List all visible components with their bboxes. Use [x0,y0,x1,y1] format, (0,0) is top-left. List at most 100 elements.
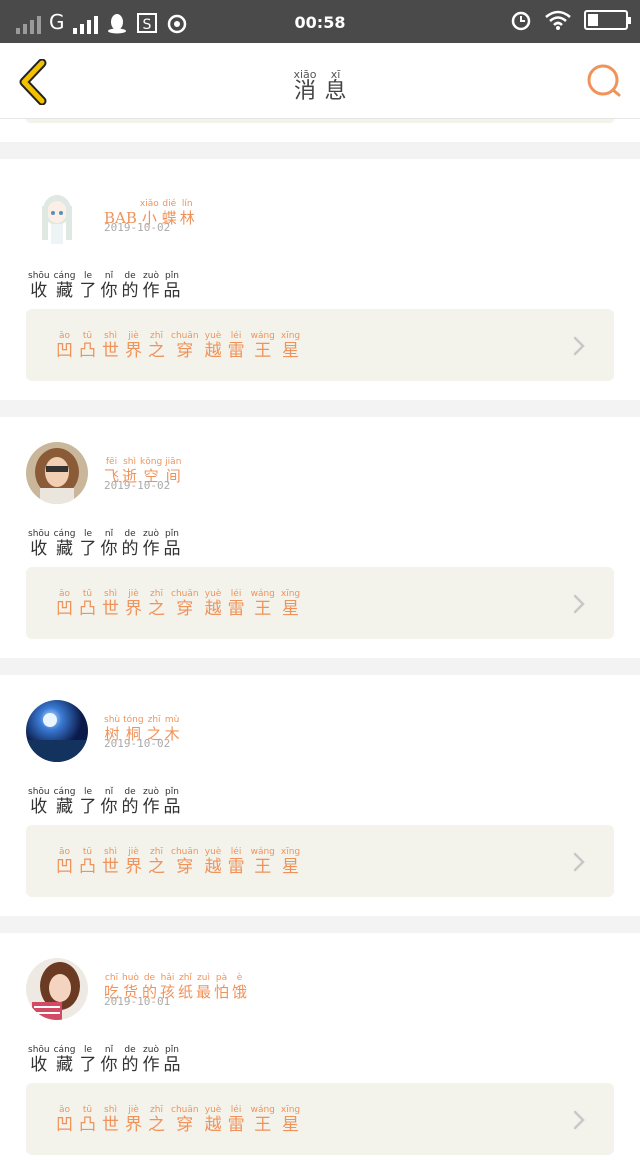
status-bar: G S 00:58 [0,0,640,43]
ruby-char: de 的 [121,787,139,817]
app-header: xiāo 消 xī 息 [0,43,640,119]
avatar[interactable] [26,442,88,504]
wifi-icon [545,10,571,30]
ruby-char: āo 凹 [56,1105,73,1135]
ruby-char: léi 雷 [227,331,245,361]
action-text: shōu 收 cáng 藏 le 了 nǐ 你 de 的 zuò 作 pǐn 品 [28,779,181,817]
ruby-char: xīng 星 [280,1105,301,1135]
ruby-char: chuān 穿 [171,331,199,361]
ruby-char: shì 世 [102,331,119,361]
ruby-char: de 的 [121,529,139,559]
ruby-char: cáng 藏 [53,1045,76,1075]
ruby-char: pǐn 品 [163,271,181,301]
message-date: 2019-10-02 [104,479,171,492]
chevron-right-icon [573,852,585,872]
ruby-char: chuān 穿 [171,847,199,877]
ruby-char: shì 世 [102,589,119,619]
message-item: BAB xiǎo 小 dié 蝶 lín 林 2019-10-02 shōu 收 cáng 藏 le 了 n… [0,159,640,400]
battery-icon [584,10,631,30]
ruby-char: cáng 藏 [53,787,76,817]
ruby-char: nǐ 你 [100,529,118,559]
ruby-char: shì 世 [102,847,119,877]
ruby-char: zhī 之 [148,331,165,361]
work-card[interactable]: āo 凹 tū 凸 shì 世 jiè 界 zhī 之 chuān 穿 yuè 越 léi 雷 wáng 王 xīn… [26,309,614,381]
ruby-char: tū 凸 [79,847,96,877]
ruby-char: pǐn 品 [163,529,181,559]
ruby-char: zhī 之 [148,1105,165,1135]
chevron-right-icon [573,336,585,356]
ruby-char: nǐ 你 [100,1045,118,1075]
message-date: 2019-10-02 [104,737,171,750]
ruby-char: wáng 王 [250,1105,275,1135]
ruby-char: lín 林 [179,199,195,227]
ruby-char: shōu 收 [28,1045,50,1075]
ruby-char: jiè 界 [125,589,142,619]
avatar[interactable] [26,184,88,246]
ruby-char: āo 凹 [56,331,73,361]
ruby-char: jiè 界 [125,847,142,877]
action-text: shōu 收 cáng 藏 le 了 nǐ 你 de 的 zuò 作 pǐn 品 [28,521,181,559]
action-text: shōu 收 cáng 藏 le 了 nǐ 你 de 的 zuò 作 pǐn 品 [28,1037,181,1075]
ruby-char: le 了 [79,787,97,817]
ruby-char: shōu 收 [28,787,50,817]
ruby-char: wáng 王 [250,331,275,361]
ruby-char: xīng 星 [280,589,301,619]
chevron-right-icon [573,594,585,614]
ruby-char: tū 凸 [79,1105,96,1135]
chevron-right-icon [573,1110,585,1130]
ruby-char: āo 凹 [56,847,73,877]
alarm-icon [511,11,531,31]
status-right [510,9,631,31]
ruby-char: zuò 作 [142,1045,160,1075]
ruby-char: yuè 越 [204,589,222,619]
avatar[interactable] [26,700,88,762]
message-item: shù 树 tóng 桐 zhī 之 mù 木 2019-10-02 shōu 收 cáng 藏 le 了 n… [0,675,640,916]
ruby-char: léi 雷 [227,589,245,619]
avatar[interactable] [26,958,88,1020]
ruby-char: de 的 [121,1045,139,1075]
ruby-char: shōu 收 [28,271,50,301]
ruby-char: zuò 作 [142,529,160,559]
ruby-char: zuò 作 [142,271,160,301]
ruby-char: de 的 [121,271,139,301]
ruby-char: cáng 藏 [53,529,76,559]
ruby-char: shōu 收 [28,529,50,559]
ruby-char: nǐ 你 [100,787,118,817]
action-text: shōu 收 cáng 藏 le 了 nǐ 你 de 的 zuò 作 pǐn 品 [28,263,181,301]
ruby-char: tū 凸 [79,589,96,619]
ruby-char: wáng 王 [250,847,275,877]
ruby-char: wáng 王 [250,589,275,619]
message-item: fēi 飞 shì 逝 kōng 空 jiān 间 2019-10-02 shōu 收 cáng 藏 le… [0,417,640,658]
ruby-char: jiè 界 [125,1105,142,1135]
ruby-char: jiè 界 [125,331,142,361]
message-date: 2019-10-01 [104,995,171,1008]
work-card[interactable]: āo 凹 tū 凸 shì 世 jiè 界 zhī 之 chuān 穿 yuè 越 léi 雷 wáng 王 xīn… [26,825,614,897]
ruby-char: pǐn 品 [163,787,181,817]
ruby-char: zhī 之 [148,847,165,877]
ruby-char: chuān 穿 [171,589,199,619]
ruby-char: zhī 之 [148,589,165,619]
ruby-char: zhǐ 纸 [177,973,193,1001]
title-char: xī 息 [324,68,347,104]
work-card[interactable]: āo 凹 tū 凸 shì 世 jiè 界 zhī 之 chuān 穿 yuè 越 léi 雷 wáng 王 xīn… [26,567,614,639]
previous-item-remnant [0,119,640,142]
ruby-char: le 了 [79,1045,97,1075]
ruby-char: cáng 藏 [53,271,76,301]
ruby-char: shì 世 [102,1105,119,1135]
ruby-char: xīng 星 [280,331,301,361]
ruby-char: léi 雷 [227,847,245,877]
ruby-char: yuè 越 [204,1105,222,1135]
ruby-char: pǐn 品 [163,1045,181,1075]
ruby-char: pà 怕 [214,973,230,1001]
ruby-char: léi 雷 [227,1105,245,1135]
ruby-char: tū 凸 [79,331,96,361]
message-date: 2019-10-02 [104,221,171,234]
ruby-char: chuān 穿 [171,1105,199,1135]
work-card[interactable]: āo 凹 tū 凸 shì 世 jiè 界 zhī 之 chuān 穿 yuè 越 léi 雷 wáng 王 xīn… [26,1083,614,1155]
ruby-char: è饿 [232,973,248,1001]
ruby-char: nǐ 你 [100,271,118,301]
ruby-char: āo 凹 [56,589,73,619]
ruby-char: xīng 星 [280,847,301,877]
page-title: xiāo 消 xī 息 [0,63,640,104]
search-icon[interactable] [586,63,622,99]
